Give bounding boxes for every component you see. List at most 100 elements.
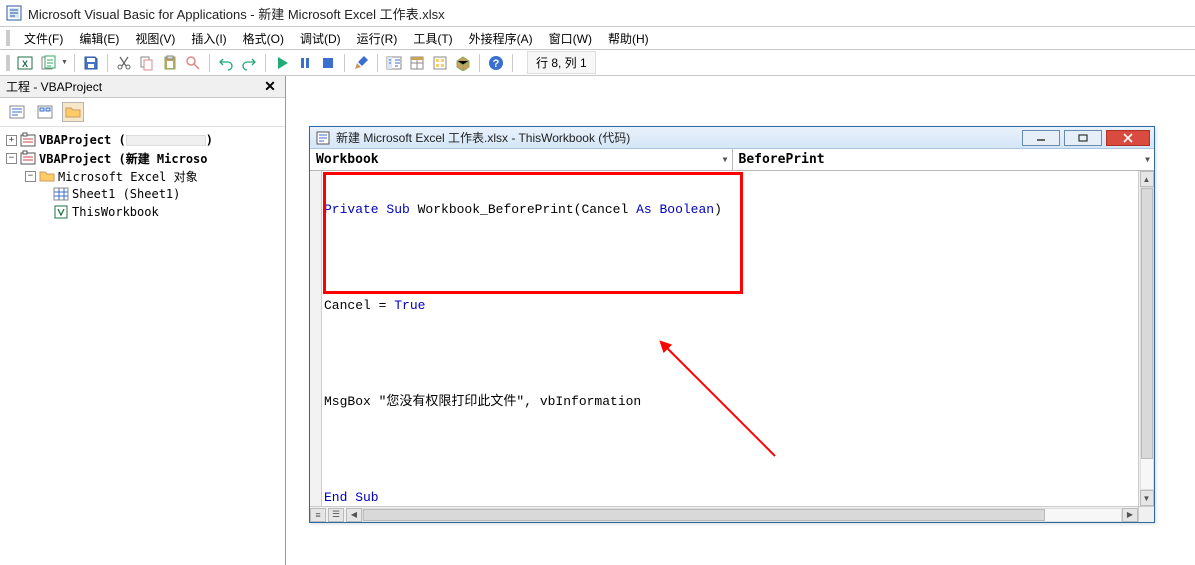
- project-pane-toolbar: [0, 98, 285, 127]
- scroll-left-icon[interactable]: ◀: [346, 508, 362, 522]
- vbaproject-icon: [20, 150, 36, 166]
- menu-debug[interactable]: 调试(D): [294, 28, 347, 49]
- procedure-view-icon[interactable]: ≡: [310, 508, 326, 522]
- menu-format[interactable]: 格式(O): [237, 28, 290, 49]
- reset-icon[interactable]: [318, 53, 338, 73]
- window-titlebar: Microsoft Visual Basic for Applications …: [0, 0, 1195, 26]
- dropdown-arrow-icon[interactable]: ▼: [61, 53, 68, 73]
- code-window-titlebar[interactable]: 新建 Microsoft Excel 工作表.xlsx - ThisWorkbo…: [310, 127, 1154, 149]
- chevron-down-icon: ▼: [723, 155, 728, 164]
- view-code-icon[interactable]: [6, 102, 28, 122]
- insert-module-icon[interactable]: [38, 53, 58, 73]
- menu-run[interactable]: 运行(R): [351, 28, 404, 49]
- minus-icon[interactable]: −: [6, 153, 17, 164]
- scroll-right-icon[interactable]: ▶: [1122, 508, 1138, 522]
- tree-project-1-label: VBAProject (: [39, 133, 126, 147]
- close-button[interactable]: [1106, 130, 1150, 146]
- project-pane-title: 工程 - VBAProject: [6, 78, 102, 95]
- code-window-title: 新建 Microsoft Excel 工作表.xlsx - ThisWorkbo…: [336, 129, 630, 146]
- menu-insert[interactable]: 插入(I): [185, 28, 232, 49]
- mdi-area: 新建 Microsoft Excel 工作表.xlsx - ThisWorkbo…: [286, 76, 1195, 565]
- menu-tools[interactable]: 工具(T): [407, 28, 458, 49]
- vertical-scrollbar[interactable]: ▲ ▼: [1138, 171, 1154, 506]
- project-tree[interactable]: + VBAProject () − VBAProject (新建 Microso…: [0, 127, 285, 225]
- object-browser-icon[interactable]: [430, 53, 450, 73]
- toolbar-separator: [344, 54, 345, 72]
- maximize-button[interactable]: [1064, 130, 1102, 146]
- view-object-icon[interactable]: [34, 102, 56, 122]
- menu-addins[interactable]: 外接程序(A): [463, 28, 539, 49]
- project-explorer-pane: 工程 - VBAProject ✕ + VBAProject () − VBAP…: [0, 76, 286, 565]
- properties-window-icon[interactable]: [407, 53, 427, 73]
- folder-icon: [39, 168, 55, 184]
- help-icon[interactable]: ?: [486, 53, 506, 73]
- tree-thisworkbook-label: ThisWorkbook: [72, 205, 159, 219]
- plus-icon[interactable]: +: [6, 135, 17, 146]
- project-pane-close-icon[interactable]: ✕: [261, 78, 279, 95]
- code-window: 新建 Microsoft Excel 工作表.xlsx - ThisWorkbo…: [309, 126, 1155, 523]
- vba-app-icon: [6, 5, 22, 21]
- menu-view[interactable]: 视图(V): [129, 28, 181, 49]
- svg-text:X: X: [22, 59, 28, 69]
- scroll-down-icon[interactable]: ▼: [1140, 490, 1154, 506]
- toolbar-grip[interactable]: [6, 55, 10, 71]
- menu-window[interactable]: 窗口(W): [543, 28, 598, 49]
- object-combo[interactable]: Workbook ▼: [310, 149, 733, 170]
- menu-edit[interactable]: 编辑(E): [73, 28, 125, 49]
- minimize-button[interactable]: [1022, 130, 1060, 146]
- toggle-folders-icon[interactable]: [62, 102, 84, 122]
- vbaproject-icon: [20, 132, 36, 148]
- minus-icon[interactable]: −: [25, 171, 36, 182]
- copy-icon[interactable]: [137, 53, 157, 73]
- hscroll-track[interactable]: [362, 508, 1122, 522]
- hscroll-thumb[interactable]: [363, 509, 1045, 521]
- tree-sheet1-label: Sheet1 (Sheet1): [72, 187, 180, 201]
- svg-text:?: ?: [493, 58, 500, 70]
- tree-folder-excel-objects[interactable]: − Microsoft Excel 对象: [6, 167, 279, 185]
- break-icon[interactable]: [295, 53, 315, 73]
- run-icon[interactable]: [272, 53, 292, 73]
- undo-icon[interactable]: [216, 53, 236, 73]
- tree-project-2[interactable]: − VBAProject (新建 Microso: [6, 149, 279, 167]
- code-window-icon: [316, 131, 330, 145]
- scrollbar-corner: [1138, 506, 1154, 522]
- project-explorer-icon[interactable]: [384, 53, 404, 73]
- tree-project-1[interactable]: + VBAProject (): [6, 131, 279, 149]
- redo-icon[interactable]: [239, 53, 259, 73]
- code-text[interactable]: Private Sub Workbook_BeforePrint(Cancel …: [324, 171, 1138, 506]
- cut-icon[interactable]: [114, 53, 134, 73]
- menu-help[interactable]: 帮助(H): [602, 28, 655, 49]
- design-mode-icon[interactable]: [351, 53, 371, 73]
- toolbar-separator: [74, 54, 75, 72]
- tree-folder-label: Microsoft Excel 对象: [58, 168, 198, 185]
- tree-sheet1[interactable]: Sheet1 (Sheet1): [6, 185, 279, 203]
- toolbox-icon[interactable]: [453, 53, 473, 73]
- procedure-combo[interactable]: BeforePrint ▼: [733, 149, 1155, 170]
- scroll-up-icon[interactable]: ▲: [1140, 171, 1154, 187]
- main-area: 工程 - VBAProject ✕ + VBAProject () − VBAP…: [0, 76, 1195, 565]
- text-caret: [324, 279, 325, 293]
- horizontal-scrollbar[interactable]: ≡ ☰ ◀ ▶: [310, 506, 1138, 522]
- tree-thisworkbook[interactable]: ThisWorkbook: [6, 203, 279, 221]
- menubar: 文件(F) 编辑(E) 视图(V) 插入(I) 格式(O) 调试(D) 运行(R…: [0, 26, 1195, 50]
- menu-file[interactable]: 文件(F): [18, 28, 69, 49]
- paste-icon[interactable]: [160, 53, 180, 73]
- view-excel-icon[interactable]: X: [15, 53, 35, 73]
- save-icon[interactable]: [81, 53, 101, 73]
- vscroll-thumb[interactable]: [1141, 188, 1153, 459]
- redacted-block: [126, 135, 206, 146]
- chevron-down-icon: ▼: [1145, 155, 1150, 164]
- toolbar-separator: [265, 54, 266, 72]
- full-module-view-icon[interactable]: ☰: [328, 508, 344, 522]
- workbook-icon: [53, 204, 69, 220]
- code-editor[interactable]: Private Sub Workbook_BeforePrint(Cancel …: [310, 171, 1154, 522]
- vscroll-track[interactable]: [1140, 187, 1154, 490]
- cursor-position: 行 8, 列 1: [527, 51, 596, 74]
- menubar-grip[interactable]: [6, 30, 10, 46]
- breakpoint-gutter[interactable]: [310, 171, 322, 506]
- window-title: Microsoft Visual Basic for Applications …: [28, 4, 445, 23]
- project-pane-titlebar: 工程 - VBAProject ✕: [0, 76, 285, 98]
- toolbar: X ▼ ? 行 8, 列 1: [0, 50, 1195, 76]
- find-icon[interactable]: [183, 53, 203, 73]
- toolbar-separator: [107, 54, 108, 72]
